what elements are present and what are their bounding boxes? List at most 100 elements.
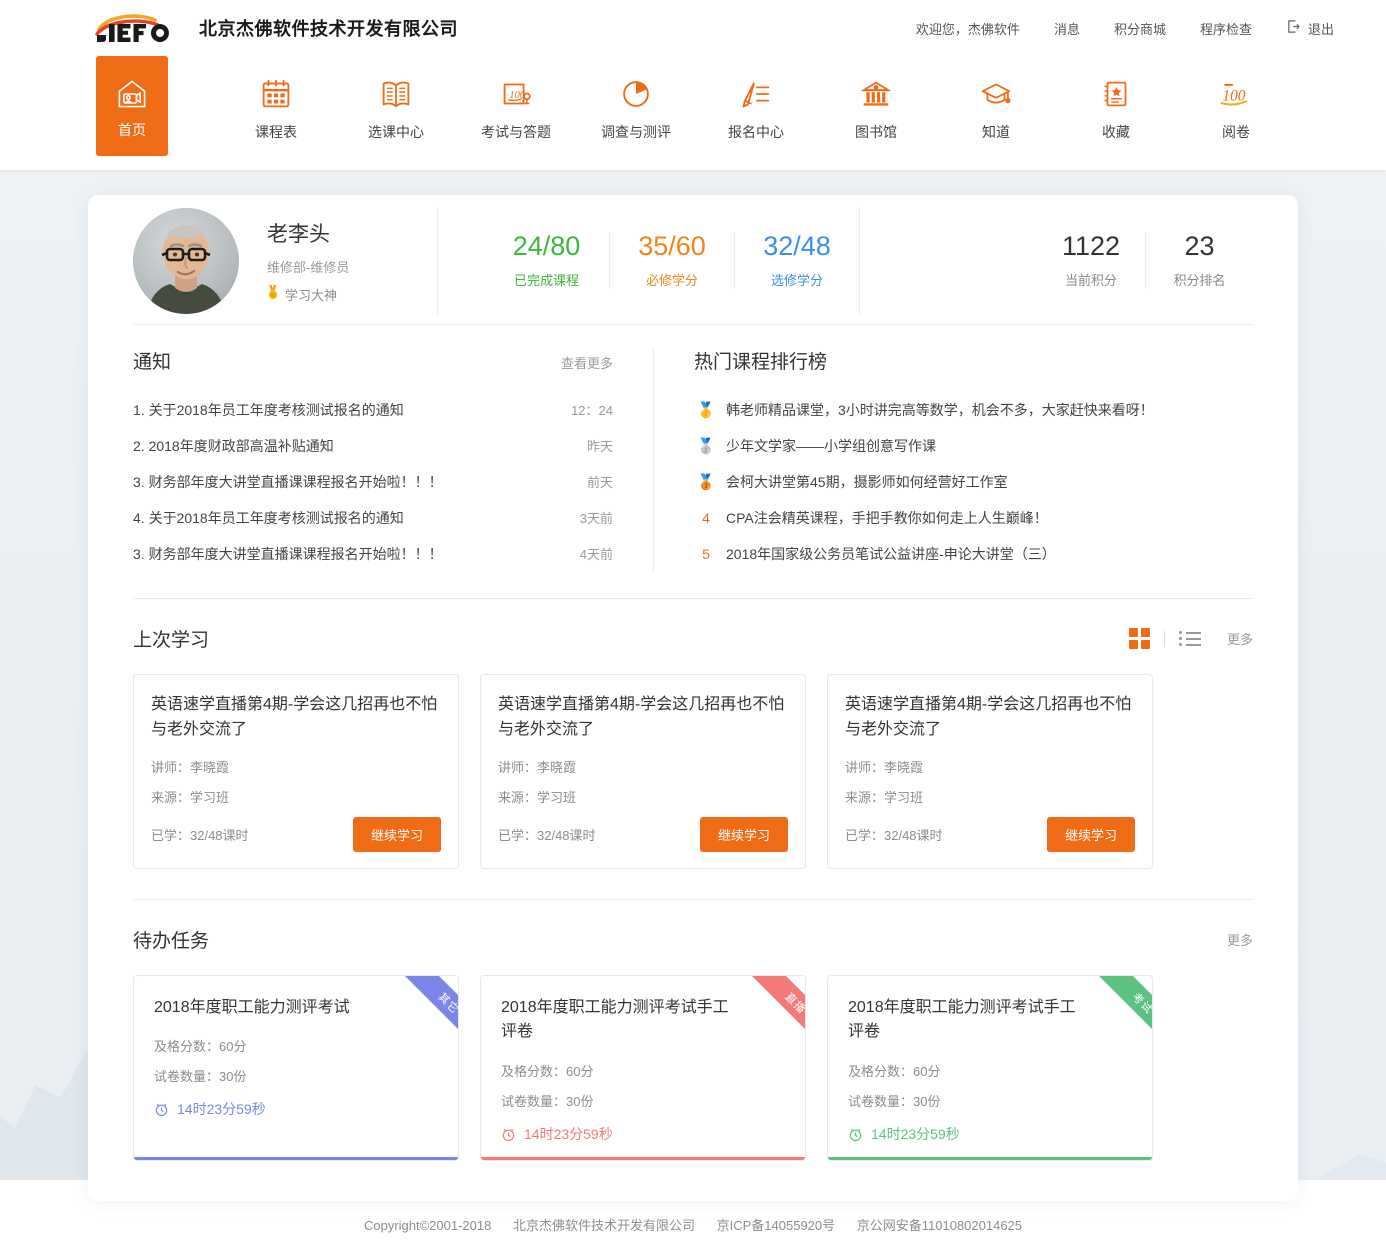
task-ribbon-label: 考试 — [1095, 975, 1152, 1050]
nav-item-survey[interactable]: 调查与测评 — [576, 56, 696, 156]
nav-label-survey: 调查与测评 — [601, 124, 671, 140]
site-header: 北京杰佛软件技术开发有限公司 欢迎您，杰佛软件 消息 积分商城 程序检查 退出 — [0, 0, 1386, 170]
task-accent-bar — [134, 1157, 458, 1161]
profile-section: 老李头 维修部-维修员 学习大神 24/80 已完成课程 35/60 必修学分 … — [133, 195, 1253, 325]
profile-department: 维修部-维修员 — [267, 259, 350, 275]
ranking-header: 热门课程排行榜 — [694, 347, 1253, 374]
list-view-icon[interactable] — [1178, 631, 1201, 646]
nav-label-registration: 报名中心 — [728, 124, 784, 140]
nav-item-home[interactable]: 首页 — [96, 56, 168, 156]
task-ribbon: 其它 — [380, 975, 458, 1054]
notice-text: 3. 财务部年度大讲堂直播课课程报名开始啦！！！ — [133, 546, 443, 562]
ranking-list-item[interactable]: 🥈 少年文学家——小学组创意写作课 — [694, 428, 1253, 464]
task-countdown-text: 14时23分59秒 — [871, 1126, 960, 1143]
footer-icp: 京ICP备14055920号 — [716, 1218, 836, 1234]
stats-group-right: 1122 当前积分 23 积分排名 — [1037, 230, 1253, 289]
nav-item-favorites[interactable]: 收藏 — [1056, 56, 1176, 156]
nav-item-exam[interactable]: 100 考试与答题 — [456, 56, 576, 156]
course-progress: 已学：32/48课时 — [498, 827, 596, 843]
continue-learning-button[interactable]: 继续学习 — [1046, 816, 1135, 852]
course-card-footer: 已学：32/48课时 继续学习 — [151, 816, 441, 852]
nav-label-grading: 阅卷 — [1222, 124, 1250, 140]
nav-item-library[interactable]: 图书馆 — [816, 56, 936, 156]
notice-panel: 通知 查看更多 1. 关于2018年员工年度考核测试报名的通知 12：24 2.… — [133, 347, 653, 572]
nav-item-grading[interactable]: 100 阅卷 — [1176, 56, 1296, 156]
bronze-medal-icon: 🥉 — [696, 473, 716, 491]
stats-divider — [859, 206, 860, 315]
points-mall-link[interactable]: 积分商城 — [1114, 19, 1166, 38]
task-card[interactable]: 考试 2018年度职工能力测评考试手工评卷 及格分数：60分 试卷数量：30份 … — [827, 974, 1153, 1162]
grid-view-icon[interactable] — [1128, 628, 1150, 649]
course-source: 来源：学习班 — [151, 789, 230, 805]
nav-label-know: 知道 — [982, 124, 1010, 140]
notice-list: 1. 关于2018年员工年度考核测试报名的通知 12：24 2. 2018年度财… — [133, 392, 613, 572]
continue-learning-button[interactable]: 继续学习 — [352, 816, 441, 852]
notice-view-more-link[interactable]: 查看更多 — [561, 353, 613, 372]
logout-button[interactable]: 退出 — [1286, 19, 1334, 38]
ranking-list-item[interactable]: 4 CPA注会精英课程，手把手教你如何走上人生巅峰！ — [694, 500, 1253, 536]
task-accent-bar — [481, 1157, 805, 1161]
nav-item-schedule[interactable]: 课程表 — [216, 56, 336, 156]
task-ribbon: 考试 — [1074, 975, 1152, 1054]
notice-header: 通知 查看更多 — [133, 347, 613, 374]
brand[interactable]: 北京杰佛软件技术开发有限公司 — [95, 13, 458, 43]
medal-icon — [267, 285, 279, 303]
todo-title: 待办任务 — [133, 930, 210, 952]
last-study-more-link[interactable]: 更多 — [1227, 629, 1253, 648]
alarm-clock-icon — [154, 1102, 169, 1117]
stat-value: 1122 — [1061, 230, 1121, 261]
exam-100-icon: 100 — [495, 73, 537, 115]
task-card[interactable]: 直播 2018年度职工能力测评考试手工评卷 及格分数：60分 试卷数量：30份 … — [480, 974, 806, 1162]
course-card[interactable]: 英语速学直播第4期-学会这几招再也不怕与老外交流了 讲师：李晓霞 来源：学习班 … — [480, 674, 806, 869]
profile-badge: 学习大神 — [267, 285, 437, 304]
header-top-bar: 北京杰佛软件技术开发有限公司 欢迎您，杰佛软件 消息 积分商城 程序检查 退出 — [0, 0, 1386, 56]
stat-caption: 已完成课程 — [513, 272, 579, 288]
alarm-clock-icon — [501, 1127, 516, 1142]
profile-info: 老李头 维修部-维修员 学习大神 — [267, 218, 437, 304]
profile-name: 老李头 — [267, 222, 330, 246]
course-source: 来源：学习班 — [845, 789, 924, 805]
avatar[interactable] — [133, 207, 239, 314]
notice-list-item[interactable]: 3. 财务部年度大讲堂直播课课程报名开始啦！！！ 4天前 — [133, 536, 613, 572]
notice-list-item[interactable]: 4. 关于2018年员工年度考核测试报名的通知 3天前 — [133, 500, 613, 536]
footer-company: 北京杰佛软件技术开发有限公司 — [512, 1218, 695, 1234]
nav-item-registration[interactable]: 报名中心 — [696, 56, 816, 156]
notice-list-item[interactable]: 1. 关于2018年员工年度考核测试报名的通知 12：24 — [133, 392, 613, 428]
todo-more-link[interactable]: 更多 — [1227, 930, 1253, 949]
ranking-list-item[interactable]: 🥉 会柯大讲堂第45期，摄影师如何经营好工作室 — [694, 464, 1253, 500]
page-root: 北京杰佛软件技术开发有限公司 欢迎您，杰佛软件 消息 积分商城 程序检查 退出 — [0, 0, 1386, 1255]
course-card[interactable]: 英语速学直播第4期-学会这几招再也不怕与老外交流了 讲师：李晓霞 来源：学习班 … — [133, 674, 459, 869]
last-study-section: 上次学习 更多 英语速学直播第4期-学会这几招再也不怕与老外交流了 讲师：李晓霞 — [133, 599, 1253, 900]
continue-learning-button[interactable]: 继续学习 — [699, 816, 788, 852]
course-card[interactable]: 英语速学直播第4期-学会这几招再也不怕与老外交流了 讲师：李晓霞 来源：学习班 … — [827, 674, 1153, 869]
main-content-card: 老李头 维修部-维修员 学习大神 24/80 已完成课程 35/60 必修学分 … — [88, 195, 1298, 1202]
task-card[interactable]: 其它 2018年度职工能力测评考试 及格分数：60分 试卷数量：30份 14时2… — [133, 974, 459, 1162]
program-check-link[interactable]: 程序检查 — [1200, 19, 1252, 38]
footer-copyright: Copyright©2001-2018 — [363, 1218, 492, 1234]
nav-label-schedule: 课程表 — [255, 124, 297, 140]
ranking-list-item[interactable]: 5 2018年国家级公务员笔试公益讲座-申论大讲堂（三） — [694, 536, 1253, 572]
score-100-icon: 100 — [1215, 73, 1257, 115]
graduation-cap-icon — [975, 73, 1017, 115]
ranking-panel: 热门课程排行榜 🥇 韩老师精品课堂，3小时讲完高等数学，机会不多，大家赶快来看呀… — [653, 347, 1253, 572]
logout-label: 退出 — [1307, 21, 1334, 37]
nav-item-course-center[interactable]: 选课中心 — [336, 56, 456, 156]
library-building-icon — [855, 73, 897, 115]
nav-item-know[interactable]: 知道 — [936, 56, 1056, 156]
notice-list-item[interactable]: 2. 2018年度财政部高温补贴通知 昨天 — [133, 428, 613, 464]
course-card-footer: 已学：32/48课时 继续学习 — [498, 816, 788, 852]
stat-caption: 当前积分 — [1064, 272, 1117, 288]
notice-text: 3. 财务部年度大讲堂直播课课程报名开始啦！！！ — [133, 474, 443, 490]
notice-list-item[interactable]: 3. 财务部年度大讲堂直播课课程报名开始啦！！！ 前天 — [133, 464, 613, 500]
ranking-text: CPA注会精英课程，手把手教你如何走上人生巅峰！ — [726, 510, 1048, 526]
nav-label-exam: 考试与答题 — [481, 124, 551, 140]
home-icon — [113, 75, 151, 113]
ranking-text: 2018年国家级公务员笔试公益讲座-申论大讲堂（三） — [726, 546, 1056, 562]
notice-text: 2. 2018年度财政部高温补贴通知 — [133, 438, 334, 454]
last-study-card-row: 英语速学直播第4期-学会这几招再也不怕与老外交流了 讲师：李晓霞 来源：学习班 … — [133, 674, 1253, 869]
messages-link[interactable]: 消息 — [1054, 19, 1080, 38]
ranking-number: 4 — [702, 510, 710, 526]
task-paper-count: 试卷数量：30份 — [848, 1094, 941, 1110]
notice-text: 4. 关于2018年员工年度考核测试报名的通知 — [133, 510, 404, 526]
ranking-list-item[interactable]: 🥇 韩老师精品课堂，3小时讲完高等数学，机会不多，大家赶快来看呀！ — [694, 392, 1253, 428]
